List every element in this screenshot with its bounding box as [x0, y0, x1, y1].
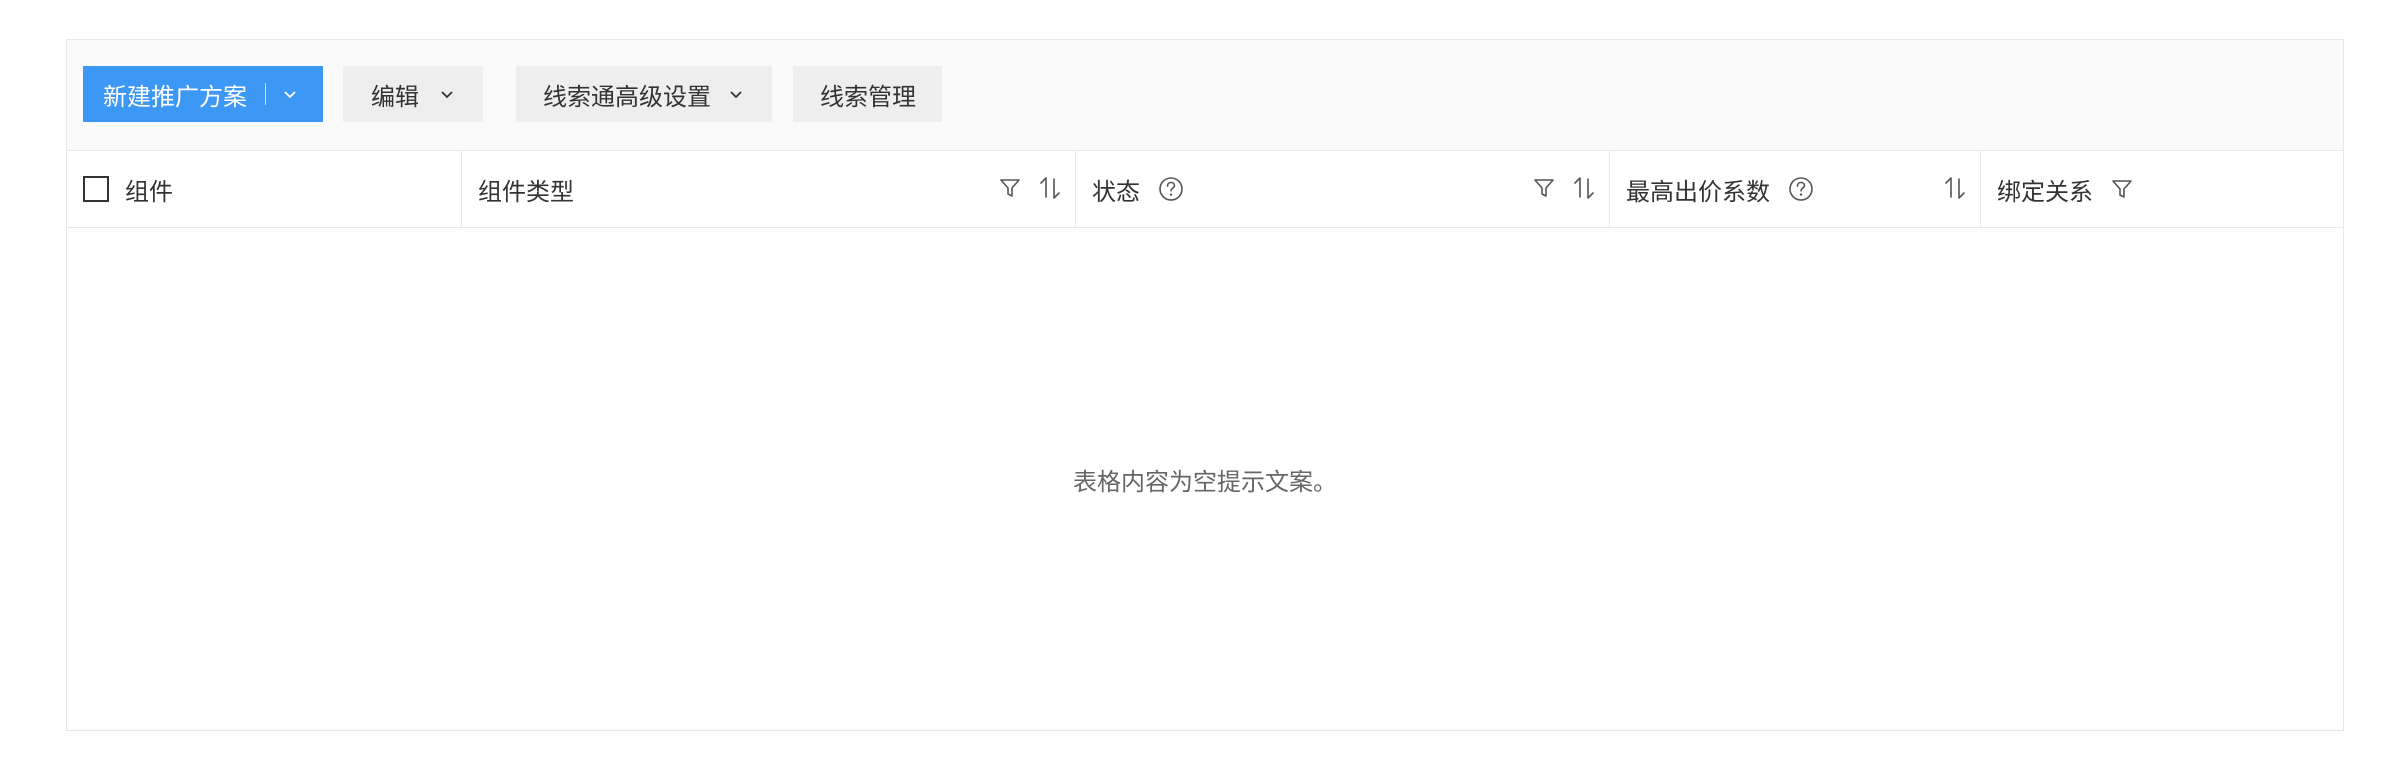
new-plan-label: 新建推广方案	[103, 82, 247, 111]
clue-settings-dropdown-button[interactable]: 线索通高级设置	[516, 66, 772, 122]
sort-icon[interactable]	[1039, 175, 1061, 201]
column-header-max-bid-coefficient: 最高出价系数	[1609, 151, 1980, 227]
chevron-down-icon[interactable]	[282, 86, 298, 102]
column-label: 状态	[1092, 177, 1140, 206]
table-panel: 新建推广方案 编辑 线索通高级设置 线索管理 组件 组件类型 状态 最高出价系数…	[66, 39, 2344, 731]
edit-dropdown-button[interactable]: 编辑	[343, 66, 483, 122]
toolbar: 新建推广方案 编辑 线索通高级设置 线索管理	[67, 40, 2343, 151]
column-label: 组件类型	[478, 177, 574, 206]
filter-icon[interactable]	[2111, 177, 2133, 201]
column-label: 绑定关系	[1997, 177, 2093, 206]
new-plan-button[interactable]: 新建推广方案	[83, 66, 323, 122]
chevron-down-icon	[439, 86, 455, 102]
help-icon[interactable]	[1158, 176, 1184, 202]
help-icon[interactable]	[1788, 176, 1814, 202]
chevron-down-icon	[728, 86, 744, 102]
sort-icon[interactable]	[1944, 175, 1966, 201]
column-label: 组件	[125, 177, 173, 206]
button-divider	[265, 83, 266, 105]
empty-state-text: 表格内容为空提示文案。	[1073, 467, 1337, 496]
column-header-binding: 绑定关系	[1980, 151, 2345, 227]
sort-icon[interactable]	[1573, 175, 1595, 201]
clue-settings-label: 线索通高级设置	[543, 82, 711, 111]
column-header-status: 状态	[1075, 151, 1609, 227]
filter-icon[interactable]	[1533, 176, 1555, 200]
column-label: 最高出价系数	[1626, 177, 1770, 206]
clue-manage-label: 线索管理	[820, 82, 916, 111]
column-header-component: 组件	[67, 151, 461, 227]
table-header: 组件 组件类型 状态 最高出价系数 绑定关系	[67, 151, 2343, 228]
edit-label: 编辑	[371, 82, 419, 111]
select-all-checkbox[interactable]	[83, 176, 109, 202]
filter-icon[interactable]	[999, 176, 1021, 200]
column-header-component-type: 组件类型	[461, 151, 1075, 227]
clue-manage-button[interactable]: 线索管理	[793, 66, 942, 122]
empty-state: 表格内容为空提示文案。	[67, 228, 2343, 730]
